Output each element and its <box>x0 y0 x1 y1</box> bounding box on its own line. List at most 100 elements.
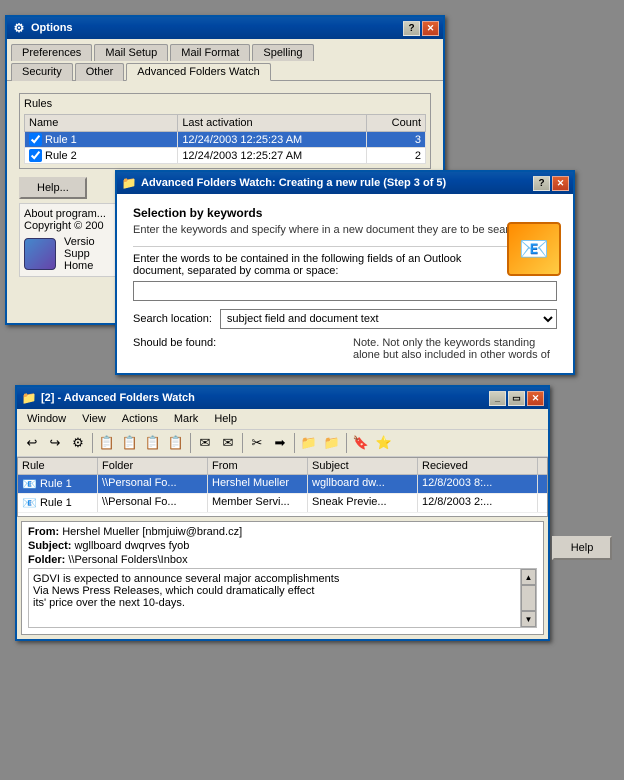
options-tabs: Preferences Mail Setup Mail Format Spell… <box>7 39 443 81</box>
rule1-activation: 12/24/2003 12:25:23 AM <box>178 132 367 148</box>
row2-from: Member Servi... <box>208 494 308 512</box>
list-item[interactable]: 📧 Rule 1 \\Personal Fo... Hershel Muelle… <box>18 475 547 494</box>
preview-scrollbar[interactable]: ▲ ▼ <box>520 569 536 627</box>
main-icon: 📁 <box>21 390 37 406</box>
toolbar: ↩ ↪ ⚙ 📋 📋 📋 📋 ✉ ✉ ✂ ➡ 📁 📁 🔖 ⭐ <box>17 430 548 457</box>
col-last-activation: Last activation <box>178 115 367 132</box>
options-title: Options <box>31 22 403 34</box>
preview-from: From: Hershel Mueller [nbmjuiw@brand.cz] <box>28 526 537 538</box>
preview-body: GDVI is expected to announce several maj… <box>28 568 537 628</box>
about-info: Versio Supp Home <box>64 236 95 272</box>
col-received: Recieved <box>418 458 538 474</box>
tb-copy4[interactable]: 📋 <box>165 432 187 454</box>
tb-folder2[interactable]: 📁 <box>321 432 343 454</box>
menu-window[interactable]: Window <box>19 411 74 427</box>
scroll-down[interactable]: ▼ <box>521 611 536 627</box>
tb-folder1[interactable]: 📁 <box>298 432 320 454</box>
wizard-note: Note. Not only the keywords standing alo… <box>353 337 557 361</box>
col-from: From <box>208 458 308 474</box>
wizard-close-btn[interactable]: ✕ <box>552 176 569 191</box>
row1-received: 12/8/2003 8:... <box>418 475 538 493</box>
main-restore-btn[interactable]: ▭ <box>508 391 525 406</box>
tab-preferences[interactable]: Preferences <box>11 44 92 61</box>
tb-bookmark[interactable]: 🔖 <box>350 432 372 454</box>
menu-bar: Window View Actions Mark Help <box>17 409 548 430</box>
rule2-activation: 12/24/2003 12:25:27 AM <box>178 148 367 164</box>
tb-copy1[interactable]: 📋 <box>96 432 118 454</box>
scroll-up[interactable]: ▲ <box>521 569 536 585</box>
wizard-divider1 <box>133 246 557 247</box>
help-sidebar-btn[interactable]: Help <box>552 536 612 560</box>
wizard-window: 📁 Advanced Folders Watch: Creating a new… <box>115 170 575 375</box>
options-help-btn[interactable]: ? <box>403 21 420 36</box>
tb-arrow[interactable]: ➡ <box>269 432 291 454</box>
tab-spelling[interactable]: Spelling <box>252 44 313 61</box>
options-title-bar[interactable]: ⚙ Options ? ✕ <box>7 17 443 39</box>
table-row[interactable]: Rule 1 12/24/2003 12:25:23 AM 3 <box>25 132 426 148</box>
wizard-label1: Enter the words to be contained in the f… <box>133 253 487 277</box>
row1-from: Hershel Mueller <box>208 475 308 493</box>
wizard-icon: 📁 <box>121 175 137 191</box>
options-tab-row2: Security Other Advanced Folders Watch <box>11 62 439 80</box>
toolbar-sep4 <box>294 433 295 453</box>
tb-cut[interactable]: ✂ <box>246 432 268 454</box>
main-minimize-btn[interactable]: _ <box>489 391 506 406</box>
scroll-thumb[interactable] <box>521 585 536 611</box>
tb-copy2[interactable]: 📋 <box>119 432 141 454</box>
menu-mark[interactable]: Mark <box>166 411 206 427</box>
options-close-btn[interactable]: ✕ <box>422 21 439 36</box>
tb-star[interactable]: ⭐ <box>373 432 395 454</box>
rules-group: Rules Name Last activation Count Rul <box>19 93 431 169</box>
toolbar-sep2 <box>190 433 191 453</box>
tb-settings[interactable]: ⚙ <box>67 432 89 454</box>
col-subject: Subject <box>308 458 418 474</box>
tb-mail1[interactable]: ✉ <box>194 432 216 454</box>
wizard-keywords-input[interactable] <box>133 281 557 301</box>
rule1-checkbox[interactable] <box>29 133 42 146</box>
wizard-window-controls: ? ✕ <box>533 176 569 191</box>
tab-other[interactable]: Other <box>75 63 125 81</box>
menu-view[interactable]: View <box>74 411 114 427</box>
wizard-title: Advanced Folders Watch: Creating a new r… <box>141 177 533 189</box>
wizard-help-btn[interactable]: ? <box>533 176 550 191</box>
row1-folder: \\Personal Fo... <box>98 475 208 493</box>
list-item[interactable]: 📧 Rule 1 \\Personal Fo... Member Servi..… <box>18 494 547 513</box>
search-location-label: Search location: <box>133 313 212 325</box>
rule1-count: 3 <box>367 132 426 148</box>
tb-copy3[interactable]: 📋 <box>142 432 164 454</box>
wizard-section-desc: Enter the keywords and specify where in … <box>133 224 557 236</box>
table-row[interactable]: Rule 2 12/24/2003 12:25:27 AM 2 <box>25 148 426 164</box>
main-close-btn[interactable]: ✕ <box>527 391 544 406</box>
about-icon <box>24 238 56 270</box>
tab-advanced-folders-watch[interactable]: Advanced Folders Watch <box>126 63 270 81</box>
row2-received: 12/8/2003 2:... <box>418 494 538 512</box>
wizard-section-title: Selection by keywords <box>133 206 557 220</box>
options-tab-row1: Preferences Mail Setup Mail Format Spell… <box>11 43 439 60</box>
menu-help[interactable]: Help <box>206 411 245 427</box>
preview-subject: Subject: wgllboard dwqrves fyob <box>28 540 537 552</box>
tab-security[interactable]: Security <box>11 63 73 81</box>
main-window-controls: _ ▭ ✕ <box>489 391 544 406</box>
tb-mail2[interactable]: ✉ <box>217 432 239 454</box>
help-button[interactable]: Help... <box>19 177 87 199</box>
toolbar-sep3 <box>242 433 243 453</box>
tb-forward[interactable]: ↪ <box>44 432 66 454</box>
email-list-area: Rule Folder From Subject Recieved 📧 Rule… <box>17 457 548 517</box>
rule2-count: 2 <box>367 148 426 164</box>
tab-mail-format[interactable]: Mail Format <box>170 44 250 61</box>
col-folder: Folder <box>98 458 208 474</box>
rule2-checkbox[interactable] <box>29 149 42 162</box>
row1-rule: 📧 Rule 1 <box>18 475 98 493</box>
options-icon: ⚙ <box>11 20 27 36</box>
row1-subject: wgllboard dw... <box>308 475 418 493</box>
rule1-name: Rule 1 <box>25 132 178 148</box>
tab-mail-setup[interactable]: Mail Setup <box>94 44 168 61</box>
search-location-select[interactable]: subject field and document text <box>220 309 557 329</box>
wizard-bottom-row: Should be found: Note. Not only the keyw… <box>133 337 557 361</box>
main-title-bar[interactable]: 📁 [2] - Advanced Folders Watch _ ▭ ✕ <box>17 387 548 409</box>
wizard-image: 📧 <box>507 222 561 276</box>
tb-back[interactable]: ↩ <box>21 432 43 454</box>
menu-actions[interactable]: Actions <box>114 411 166 427</box>
wizard-title-bar[interactable]: 📁 Advanced Folders Watch: Creating a new… <box>117 172 573 194</box>
preview-area: From: Hershel Mueller [nbmjuiw@brand.cz]… <box>21 521 544 635</box>
